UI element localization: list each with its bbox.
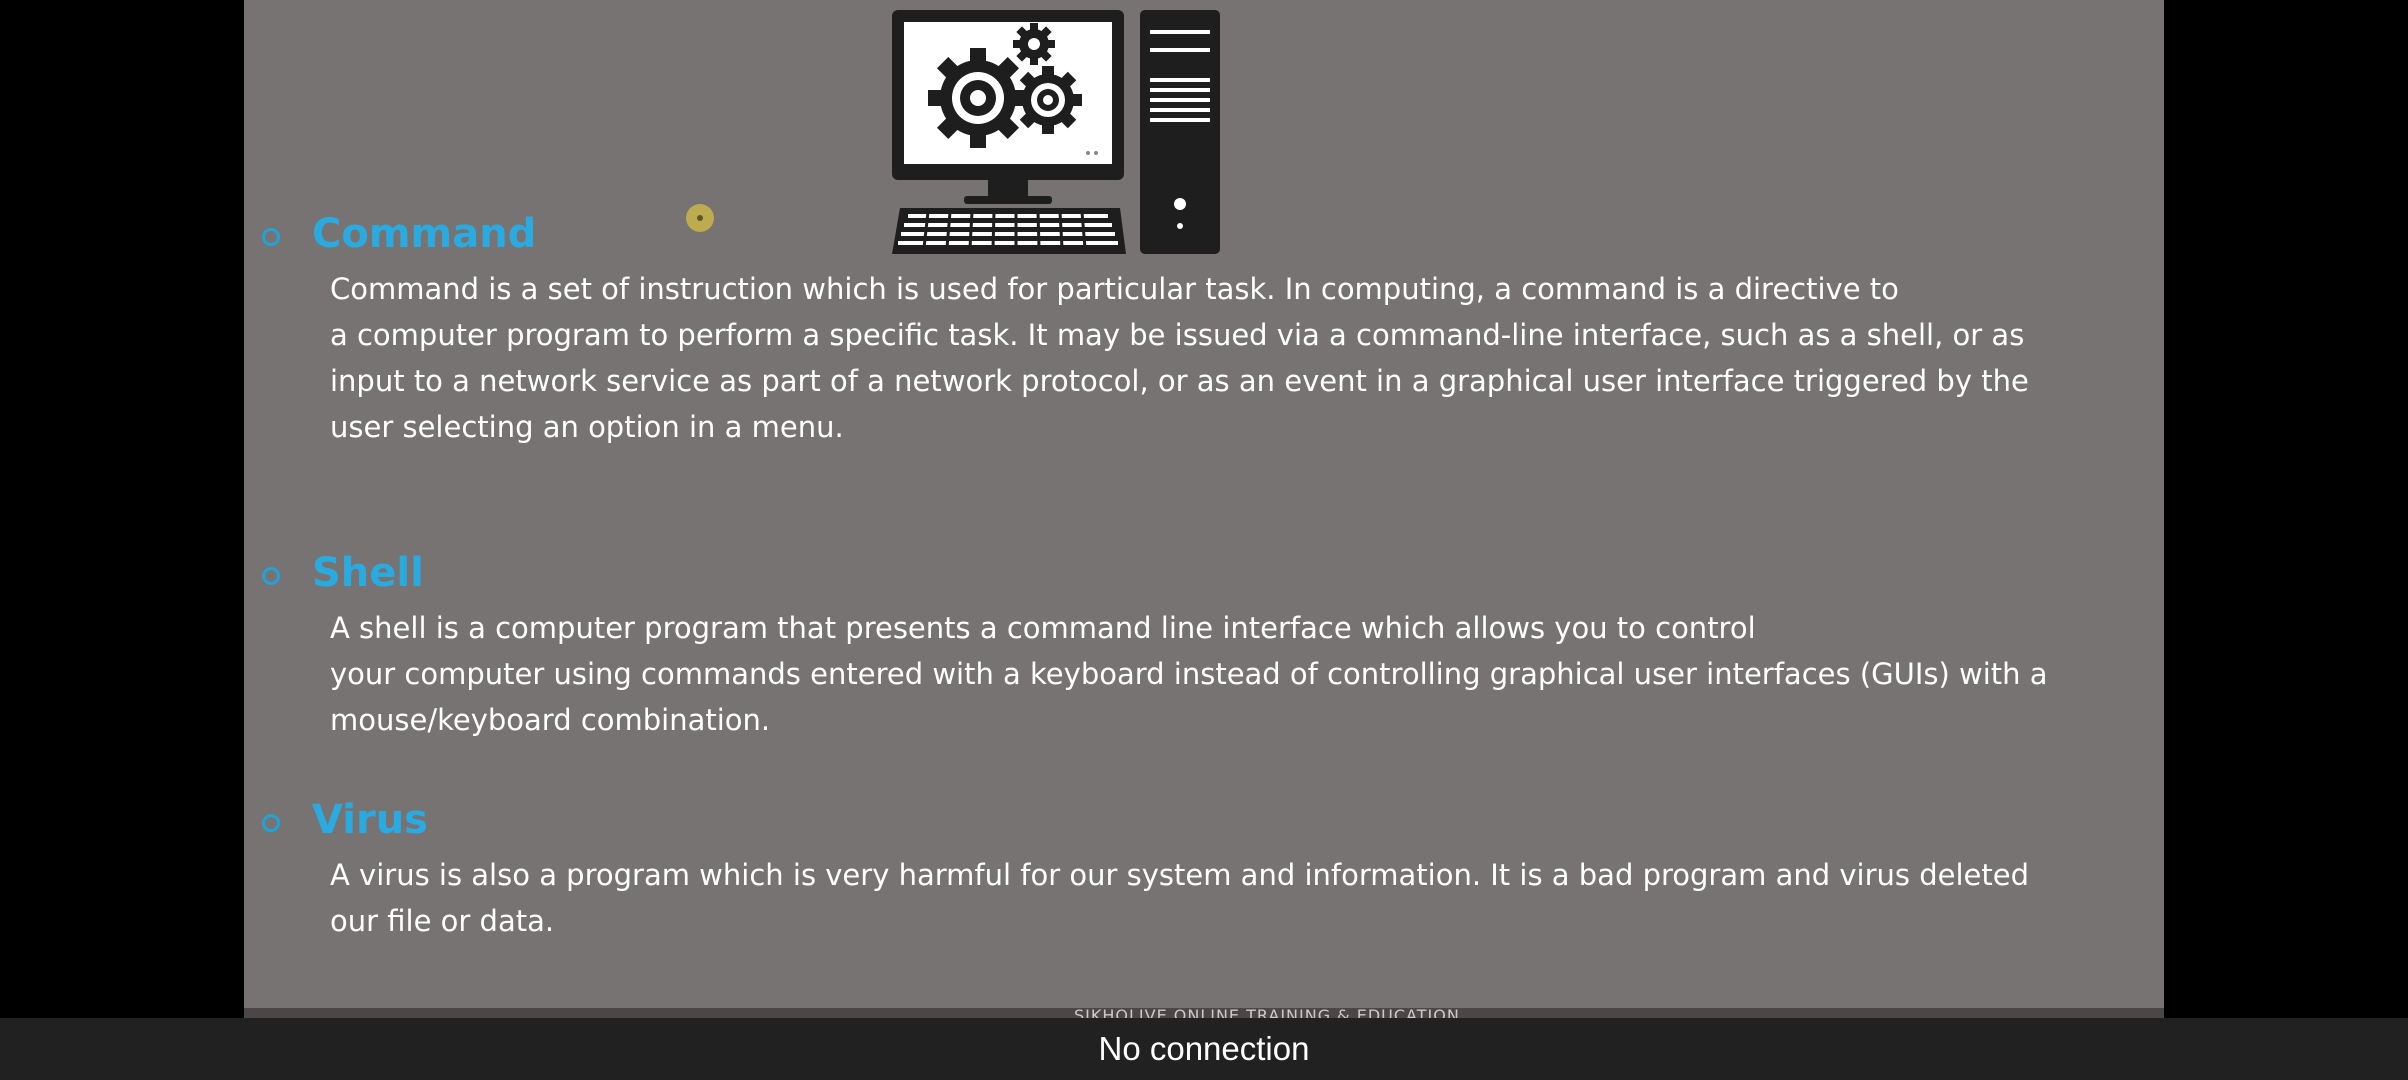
slide-footer-text: SIKHOLIVE ONLINE TRAINING & EDUCATION: [1074, 1008, 1460, 1018]
section-body: A shell is a computer program that prese…: [330, 605, 2048, 743]
bullet-icon: [262, 814, 280, 832]
body-line: Command is a set of instruction which is…: [330, 272, 1899, 306]
connection-status-text: No connection: [1098, 1030, 1310, 1067]
body-line: input to a network service as part of a …: [330, 364, 2029, 398]
bullet-icon: [262, 567, 280, 585]
section-body: Command is a set of instruction which is…: [330, 266, 2029, 450]
section-heading: Shell: [312, 550, 424, 596]
computer-gears-icon: [892, 10, 1220, 254]
body-line: a computer program to perform a specific…: [330, 318, 2025, 352]
section-heading: Virus: [312, 797, 428, 843]
bullet-icon: [262, 228, 280, 246]
section-body: A virus is also a program which is very …: [330, 852, 2029, 944]
pointer-indicator: [686, 204, 714, 232]
body-line: A virus is also a program which is very …: [330, 858, 2029, 892]
body-line: your computer using commands entered wit…: [330, 657, 2048, 691]
body-line: A shell is a computer program that prese…: [330, 611, 1756, 645]
presentation-slide: Command Command is a set of instruction …: [244, 0, 2164, 1018]
body-line: user selecting an option in a menu.: [330, 410, 844, 444]
video-player-screen[interactable]: Command Command is a set of instruction …: [0, 0, 2408, 1080]
section-heading: Command: [312, 211, 537, 257]
body-line: mouse/keyboard combination.: [330, 703, 771, 737]
body-line: our file or data.: [330, 904, 555, 938]
connection-status-bar: No connection: [0, 1018, 2408, 1080]
